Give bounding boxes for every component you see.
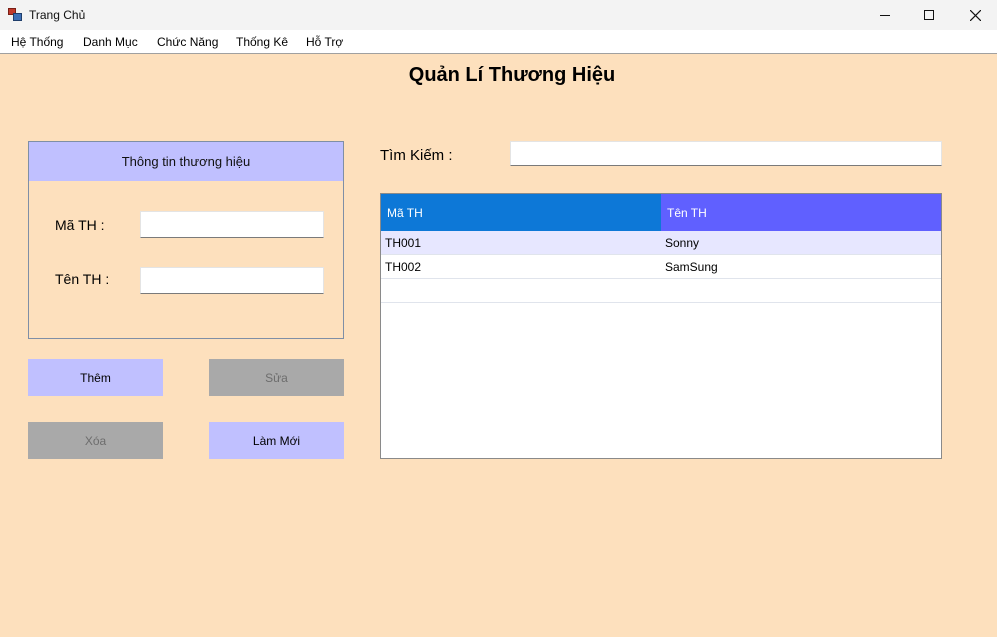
column-header-ten-th[interactable]: Tên TH	[661, 194, 941, 231]
table-row[interactable]: TH002 SamSung	[381, 255, 941, 279]
minimize-button[interactable]	[862, 0, 908, 30]
ten-th-label: Tên TH :	[55, 271, 110, 287]
maximize-button[interactable]	[906, 0, 952, 30]
cell-ma-th: TH001	[385, 236, 422, 250]
title-bar: Trang Chủ	[0, 0, 997, 30]
column-header-ma-th[interactable]: Mã TH	[381, 194, 661, 231]
brand-info-header: Thông tin thương hiệu	[29, 142, 343, 181]
menu-chuc-nang[interactable]: Chức Năng	[157, 35, 218, 49]
cell-ten-th: Sonny	[665, 236, 700, 250]
cell-ten-th: SamSung	[665, 260, 718, 274]
table-row-new[interactable]	[381, 279, 941, 303]
maximize-icon	[924, 10, 934, 20]
menu-he-thong[interactable]: Hệ Thống	[11, 35, 63, 49]
close-button[interactable]	[952, 0, 997, 30]
xoa-button[interactable]: Xóa	[28, 422, 163, 459]
lam-moi-button[interactable]: Làm Mới	[209, 422, 344, 459]
ma-th-label: Mã TH :	[55, 217, 105, 233]
search-label: Tìm Kiếm :	[380, 147, 453, 164]
grid-header: Mã TH Tên TH	[381, 194, 941, 231]
menu-bar: Hệ Thống Danh Mục Chức Năng Thống Kê Hỗ …	[0, 30, 997, 54]
menu-ho-tro[interactable]: Hỗ Trợ	[306, 35, 343, 49]
page-title: Quản Lí Thương Hiệu	[408, 64, 616, 86]
ten-th-input[interactable]	[140, 267, 324, 294]
menu-danh-muc[interactable]: Danh Mục	[83, 35, 138, 49]
cell-ma-th: TH002	[385, 260, 422, 274]
menu-thong-ke[interactable]: Thống Kê	[236, 35, 288, 49]
window-title: Trang Chủ	[29, 8, 86, 22]
table-row[interactable]: TH001 Sonny	[381, 231, 941, 255]
brand-data-grid[interactable]: Mã TH Tên TH TH001 Sonny TH002 SamSung	[380, 193, 942, 459]
close-icon	[969, 9, 981, 21]
app-icon	[8, 8, 22, 21]
them-button[interactable]: Thêm	[28, 359, 163, 396]
brand-info-group: Thông tin thương hiệu Mã TH : Tên TH :	[28, 141, 344, 339]
ma-th-input[interactable]	[140, 211, 324, 238]
minimize-icon	[880, 14, 890, 16]
search-input[interactable]	[510, 141, 942, 166]
sua-button[interactable]: Sửa	[209, 359, 344, 396]
